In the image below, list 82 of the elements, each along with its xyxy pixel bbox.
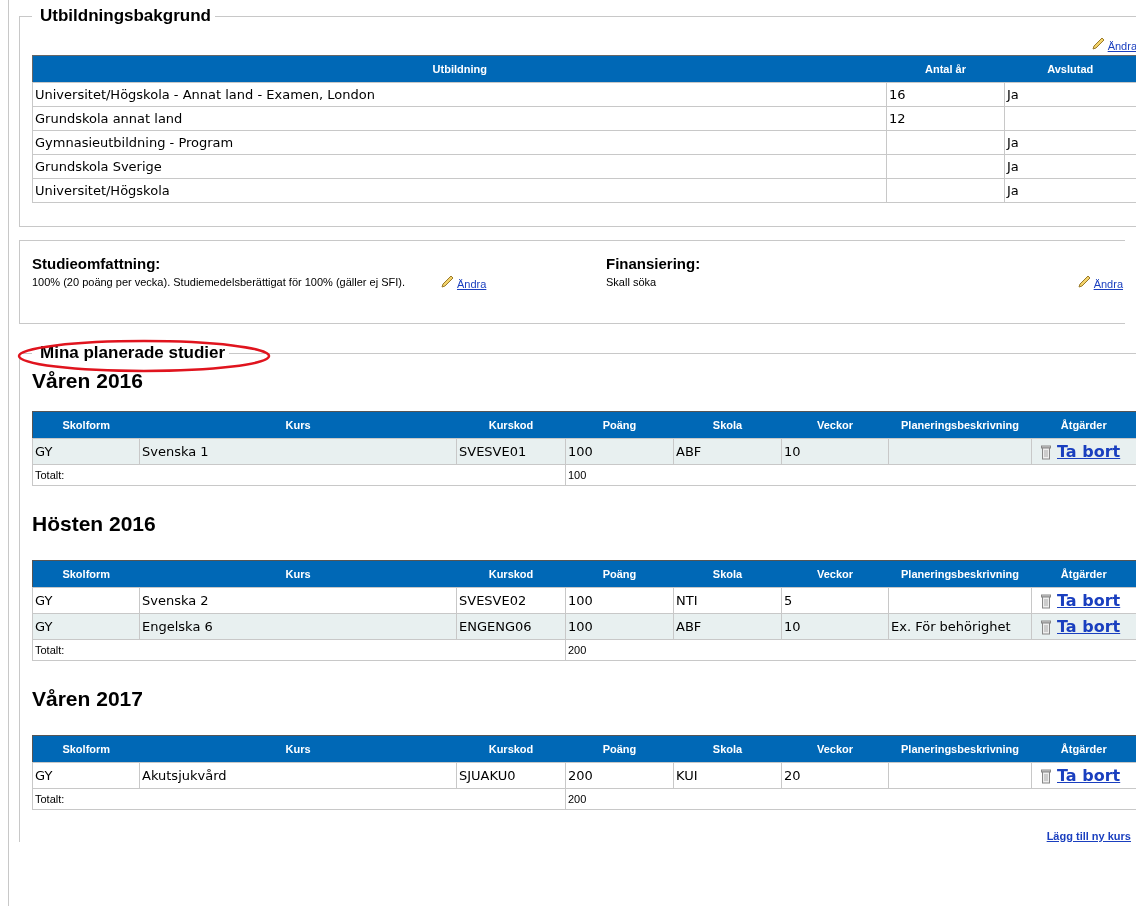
pencil-icon — [1075, 274, 1092, 290]
table-cell: KUI — [673, 762, 782, 789]
financing-title: Finansiering: — [606, 255, 701, 272]
table-cell: ABF — [673, 613, 782, 640]
table-cell: Universitet/Högskola - Annat land - Examen, London — [32, 82, 887, 107]
column-header: Skolform — [32, 411, 140, 439]
column-header: Skolform — [32, 560, 140, 588]
table-cell: 100 — [565, 613, 674, 640]
column-header: Skola — [673, 735, 782, 763]
total-label: Totalt: — [32, 464, 566, 486]
table-cell: SJUAKU0 — [456, 762, 566, 789]
table-cell: Gymnasieutbildning - Program — [32, 130, 887, 155]
column-header: Planeringsbeskrivning — [888, 560, 1032, 588]
column-header: Planeringsbeskrivning — [888, 735, 1032, 763]
term-heading: Våren 2016 — [32, 369, 144, 393]
column-header: Åtgärder — [1031, 411, 1136, 439]
trash-icon — [1040, 443, 1052, 460]
column-header: Poäng — [565, 560, 674, 588]
table-cell: 10 — [781, 438, 889, 465]
table-cell: ENGENG06 — [456, 613, 566, 640]
trash-icon — [1040, 618, 1052, 635]
table-cell: 200 — [565, 762, 674, 789]
table-cell: 100 — [565, 438, 674, 465]
column-header: Utbildning — [32, 55, 887, 83]
edit-link[interactable]: Ändra — [439, 274, 487, 290]
section-legend: Utbildningsbakgrund — [32, 6, 215, 26]
add-course-link[interactable]: Lägg till ny kurs — [1046, 830, 1131, 842]
table-cell: SVESVE01 — [456, 438, 566, 465]
table-cell: 12 — [886, 106, 1005, 131]
table-cell: Ja — [1004, 82, 1136, 107]
table-cell: Universitet/Högskola — [32, 178, 887, 203]
scope-title: Studieomfattning: — [32, 255, 162, 272]
column-header: Kurskod — [456, 560, 566, 588]
section-legend: Mina planerade studier — [32, 343, 230, 363]
column-header: Planeringsbeskrivning — [888, 411, 1032, 439]
pencil-icon — [439, 274, 455, 290]
column-header: Avslutad — [1004, 55, 1136, 83]
column-header: Kurskod — [456, 411, 566, 439]
column-header: Kurs — [139, 411, 457, 439]
table-cell: 5 — [781, 587, 889, 614]
total-label: Totalt: — [32, 788, 566, 810]
table-cell: GY — [32, 587, 140, 614]
table-cell: 20 — [781, 762, 889, 789]
column-header: Kurs — [139, 735, 457, 763]
table-cell: Grundskola Sverige — [32, 154, 887, 179]
table-cell: GY — [32, 613, 140, 640]
column-header: Poäng — [565, 411, 674, 439]
table-cell: 100 — [565, 587, 674, 614]
table-cell: Ex. För behörighet — [888, 613, 1032, 640]
trash-icon — [1040, 592, 1052, 609]
table-cell: Svenska 1 — [139, 438, 457, 465]
table-cell: 16 — [886, 82, 1005, 107]
total-label: Totalt: — [32, 639, 566, 661]
table-cell: SVESVE02 — [456, 587, 566, 614]
column-header: Skola — [673, 560, 782, 588]
table-cell: GY — [32, 438, 140, 465]
edit-link[interactable]: Ändra — [1075, 274, 1123, 290]
pencil-icon — [1089, 36, 1106, 52]
column-header: Skola — [673, 411, 782, 439]
table-cell: GY — [32, 762, 140, 789]
table-cell: Akutsjukvård — [139, 762, 457, 789]
table-cell: ABF — [673, 438, 782, 465]
column-header: Kurskod — [456, 735, 566, 763]
column-header: Åtgärder — [1031, 735, 1136, 763]
column-header: Kurs — [139, 560, 457, 588]
column-header: Veckor — [781, 411, 889, 439]
column-header: Skolform — [32, 735, 140, 763]
column-header: Poäng — [565, 735, 674, 763]
column-header: Antal år — [886, 55, 1005, 83]
column-header: Veckor — [781, 560, 889, 588]
scope-text: 100% (20 poäng per vecka). Studiemedelsberättigat för 100% (gäller ej SFI). — [32, 276, 405, 288]
table-cell: 10 — [781, 613, 889, 640]
table-cell: Engelska 6 — [139, 613, 457, 640]
table-cell: Svenska 2 — [139, 587, 457, 614]
term-heading: Våren 2017 — [32, 687, 144, 711]
table-cell: Grundskola annat land — [32, 106, 887, 131]
table-cell: NTI — [673, 587, 782, 614]
column-header: Veckor — [781, 735, 889, 763]
column-header: Åtgärder — [1031, 560, 1136, 588]
financing-text: Skall söka — [606, 276, 658, 288]
trash-icon — [1040, 767, 1052, 784]
term-heading: Hösten 2016 — [32, 512, 157, 536]
